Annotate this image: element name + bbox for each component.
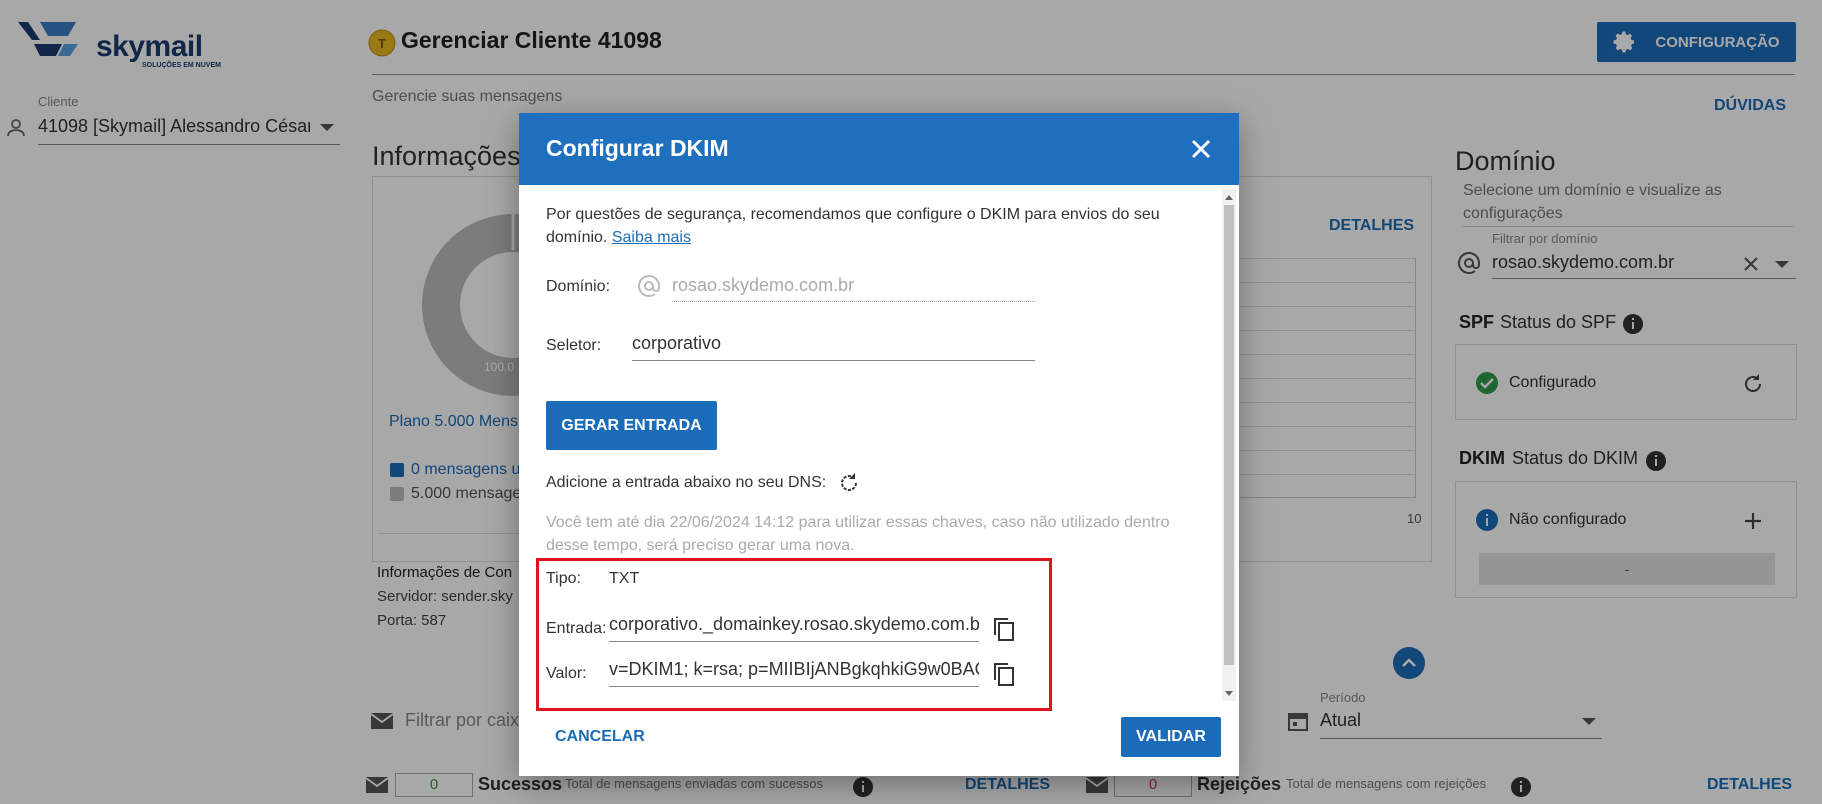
- at-icon: [638, 275, 660, 297]
- domain-label: Domínio:: [546, 278, 611, 295]
- copy-entry-icon[interactable]: [991, 616, 1017, 642]
- generate-entry-button[interactable]: GERAR ENTRADA: [546, 401, 717, 450]
- scrollbar-thumb[interactable]: [1224, 205, 1234, 665]
- dialog-intro: Por questões de segurança, recomendamos …: [546, 203, 1186, 249]
- dialog-header: Configurar DKIM: [519, 113, 1239, 185]
- generate-entry-label: GERAR ENTRADA: [561, 416, 702, 434]
- value-label: Valor:: [546, 665, 587, 682]
- type-value: TXT: [609, 570, 640, 587]
- cancel-button[interactable]: CANCELAR: [555, 728, 645, 746]
- learn-more-link[interactable]: Saiba mais: [612, 229, 691, 246]
- copy-value-icon[interactable]: [991, 661, 1017, 687]
- close-icon[interactable]: [1187, 135, 1215, 163]
- scroll-up-icon[interactable]: [1222, 192, 1236, 202]
- value-input[interactable]: v=DKIM1; k=rsa; p=MIIBIjANBgkqhkiG9w0BAQ: [609, 659, 979, 687]
- type-label: Tipo:: [546, 570, 581, 587]
- dialog-title: Configurar DKIM: [546, 135, 729, 161]
- dialog-scrollbar[interactable]: [1222, 189, 1236, 701]
- entry-label: Entrada:: [546, 620, 607, 637]
- entry-input[interactable]: corporativo._domainkey.rosao.skydemo.com…: [609, 614, 979, 642]
- validate-button-label: VALIDAR: [1136, 728, 1206, 745]
- selector-input[interactable]: corporativo: [632, 333, 1035, 361]
- domain-field: rosao.skydemo.com.br: [672, 275, 1035, 302]
- validate-button[interactable]: VALIDAR: [1121, 717, 1221, 757]
- configure-dkim-dialog: Configurar DKIM Por questões de seguranç…: [519, 113, 1239, 776]
- selector-label: Seletor:: [546, 337, 602, 354]
- dns-instruction: Adicione a entrada abaixo no seu DNS:: [546, 474, 827, 491]
- regenerate-icon[interactable]: [837, 471, 861, 495]
- expiry-notice: Você tem até dia 22/06/2024 14:12 para u…: [546, 514, 1170, 554]
- scroll-down-icon[interactable]: [1222, 689, 1236, 699]
